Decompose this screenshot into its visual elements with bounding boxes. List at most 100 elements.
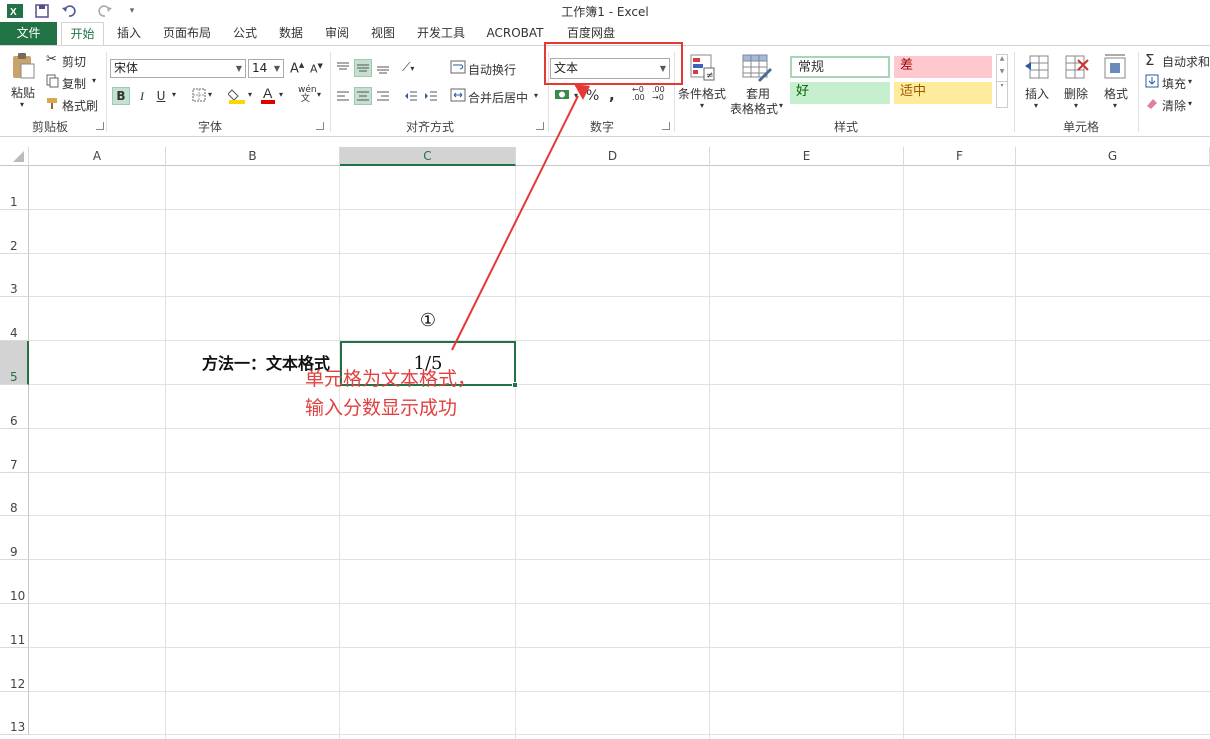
cut-icon[interactable]: ✂ bbox=[46, 52, 57, 67]
column-header-a[interactable]: A bbox=[29, 147, 166, 166]
format-as-table-dropdown-icon[interactable]: ▾ bbox=[779, 101, 783, 110]
copy-dropdown-icon[interactable]: ▾ bbox=[92, 76, 96, 85]
align-right-icon[interactable] bbox=[374, 87, 392, 105]
phonetic-icon[interactable]: wén 文 bbox=[298, 86, 317, 104]
align-middle-icon[interactable] bbox=[354, 59, 372, 77]
paste-icon[interactable] bbox=[10, 52, 36, 83]
autosum-icon[interactable]: Σ bbox=[1145, 51, 1154, 69]
fill-button[interactable]: 填充 bbox=[1162, 75, 1186, 92]
clipboard-launcher-icon[interactable] bbox=[96, 122, 104, 130]
wrap-text-button[interactable]: 自动换行 bbox=[468, 61, 516, 78]
row-header-12[interactable]: 12 bbox=[0, 647, 29, 692]
row-header-10[interactable]: 10 bbox=[0, 560, 29, 604]
tab-acrobat[interactable]: ACROBAT bbox=[482, 22, 548, 45]
format-painter-icon[interactable] bbox=[46, 96, 60, 113]
number-launcher-icon[interactable] bbox=[662, 122, 670, 130]
row-header-3[interactable]: 3 bbox=[0, 253, 29, 298]
font-color-icon[interactable]: A bbox=[260, 85, 276, 107]
format-cells-button[interactable]: 格式 bbox=[1104, 85, 1128, 102]
insert-cells-button[interactable]: 插入 bbox=[1025, 85, 1049, 102]
tab-home[interactable]: 开始 bbox=[61, 22, 104, 46]
style-bad[interactable]: 差 bbox=[894, 56, 992, 78]
merge-center-icon[interactable] bbox=[450, 87, 466, 106]
border-dropdown-icon[interactable]: ▾ bbox=[208, 90, 212, 99]
font-size-select[interactable]: 14 ▼ bbox=[248, 59, 284, 78]
accounting-format-icon[interactable] bbox=[554, 87, 572, 106]
conditional-format-dropdown-icon[interactable]: ▾ bbox=[700, 101, 704, 110]
fill-color-dropdown-icon[interactable]: ▾ bbox=[248, 90, 252, 99]
format-dropdown-icon[interactable]: ▾ bbox=[1113, 101, 1117, 110]
border-icon[interactable] bbox=[192, 88, 206, 105]
style-normal[interactable]: 常规 bbox=[790, 56, 890, 78]
decrease-decimal-icon[interactable]: .00 →0 bbox=[652, 86, 665, 102]
fill-color-icon[interactable] bbox=[227, 86, 246, 107]
underline-button[interactable]: U bbox=[152, 87, 170, 105]
format-painter-button[interactable]: 格式刷 bbox=[62, 97, 98, 114]
row-header-11[interactable]: 11 bbox=[0, 604, 29, 648]
row-header-2[interactable]: 2 bbox=[0, 209, 29, 254]
font-name-select[interactable]: 宋体 ▼ bbox=[110, 59, 246, 78]
row-header-8[interactable]: 8 bbox=[0, 472, 29, 517]
merge-center-button[interactable]: 合并后居中 bbox=[468, 89, 528, 106]
merge-dropdown-icon[interactable]: ▾ bbox=[534, 91, 538, 100]
clear-button[interactable]: 清除 bbox=[1162, 97, 1186, 114]
column-header-b[interactable]: B bbox=[166, 147, 340, 166]
cut-button[interactable]: 剪切 bbox=[62, 53, 86, 70]
align-bottom-icon[interactable] bbox=[374, 59, 392, 77]
worksheet[interactable]: A B C D E F G 1 2 3 4 5 6 7 8 9 10 11 12 13 方法一：文本格式… bbox=[0, 147, 1210, 739]
fill-handle[interactable] bbox=[512, 382, 518, 388]
align-left-icon[interactable] bbox=[334, 87, 352, 105]
format-as-table-icon[interactable] bbox=[742, 54, 772, 85]
autosum-button[interactable]: 自动求和 bbox=[1162, 53, 1210, 70]
tab-file[interactable]: 文件 bbox=[0, 22, 57, 45]
align-top-icon[interactable] bbox=[334, 59, 352, 77]
scroll-down-icon[interactable]: ▼ bbox=[997, 68, 1007, 75]
tab-page-layout[interactable]: 页面布局 bbox=[156, 22, 218, 45]
column-header-d[interactable]: D bbox=[516, 147, 710, 166]
italic-button[interactable]: I bbox=[133, 87, 151, 105]
column-header-f[interactable]: F bbox=[904, 147, 1016, 166]
percent-button[interactable]: % bbox=[586, 88, 599, 104]
increase-decimal-icon[interactable]: ←0.00 bbox=[632, 86, 645, 102]
decrease-indent-icon[interactable] bbox=[402, 87, 420, 105]
scroll-up-icon[interactable]: ▲ bbox=[997, 55, 1007, 62]
fill-icon[interactable] bbox=[1145, 74, 1159, 91]
clear-dropdown-icon[interactable]: ▾ bbox=[1188, 99, 1192, 108]
row-header-4[interactable]: 4 bbox=[0, 297, 29, 342]
underline-dropdown-icon[interactable]: ▾ bbox=[172, 90, 176, 99]
tab-review[interactable]: 审阅 bbox=[318, 22, 356, 45]
select-all-corner[interactable] bbox=[0, 147, 29, 166]
delete-cells-button[interactable]: 删除 bbox=[1064, 85, 1088, 102]
clear-icon[interactable] bbox=[1145, 96, 1159, 113]
comma-button[interactable]: , bbox=[609, 86, 615, 104]
insert-cells-icon[interactable] bbox=[1024, 54, 1050, 83]
conditional-format-button[interactable]: 条件格式 bbox=[678, 85, 726, 102]
style-good[interactable]: 好 bbox=[790, 82, 890, 104]
insert-dropdown-icon[interactable]: ▾ bbox=[1034, 101, 1038, 110]
wrap-text-icon[interactable] bbox=[450, 59, 466, 78]
styles-scrollbar[interactable]: ▲ ▼ ▾ bbox=[996, 54, 1008, 108]
tab-formulas[interactable]: 公式 bbox=[226, 22, 264, 45]
tab-developer[interactable]: 开发工具 bbox=[410, 22, 472, 45]
orientation-icon[interactable]: ⟋▾ bbox=[402, 60, 414, 75]
column-header-g[interactable]: G bbox=[1016, 147, 1210, 166]
row-header-5[interactable]: 5 bbox=[0, 341, 29, 385]
font-color-dropdown-icon[interactable]: ▾ bbox=[279, 90, 283, 99]
phonetic-dropdown-icon[interactable]: ▾ bbox=[317, 90, 321, 99]
copy-button[interactable]: 复制 bbox=[62, 75, 86, 92]
tab-insert[interactable]: 插入 bbox=[110, 22, 148, 45]
shrink-font-button[interactable]: A▼ bbox=[310, 62, 323, 76]
column-header-c[interactable]: C bbox=[340, 147, 516, 166]
column-header-e[interactable]: E bbox=[710, 147, 904, 166]
alignment-launcher-icon[interactable] bbox=[536, 122, 544, 130]
tab-data[interactable]: 数据 bbox=[272, 22, 310, 45]
bold-button[interactable]: B bbox=[112, 87, 130, 105]
delete-cells-icon[interactable] bbox=[1064, 54, 1090, 83]
format-as-table-line2[interactable]: 表格格式 bbox=[730, 100, 778, 117]
accounting-dropdown-icon[interactable]: ▾ bbox=[574, 91, 578, 100]
align-center-icon[interactable] bbox=[354, 87, 372, 105]
row-header-1[interactable]: 1 bbox=[0, 166, 29, 210]
row-header-9[interactable]: 9 bbox=[0, 516, 29, 561]
row-header-7[interactable]: 7 bbox=[0, 428, 29, 473]
more-styles-icon[interactable]: ▾ bbox=[997, 81, 1007, 89]
